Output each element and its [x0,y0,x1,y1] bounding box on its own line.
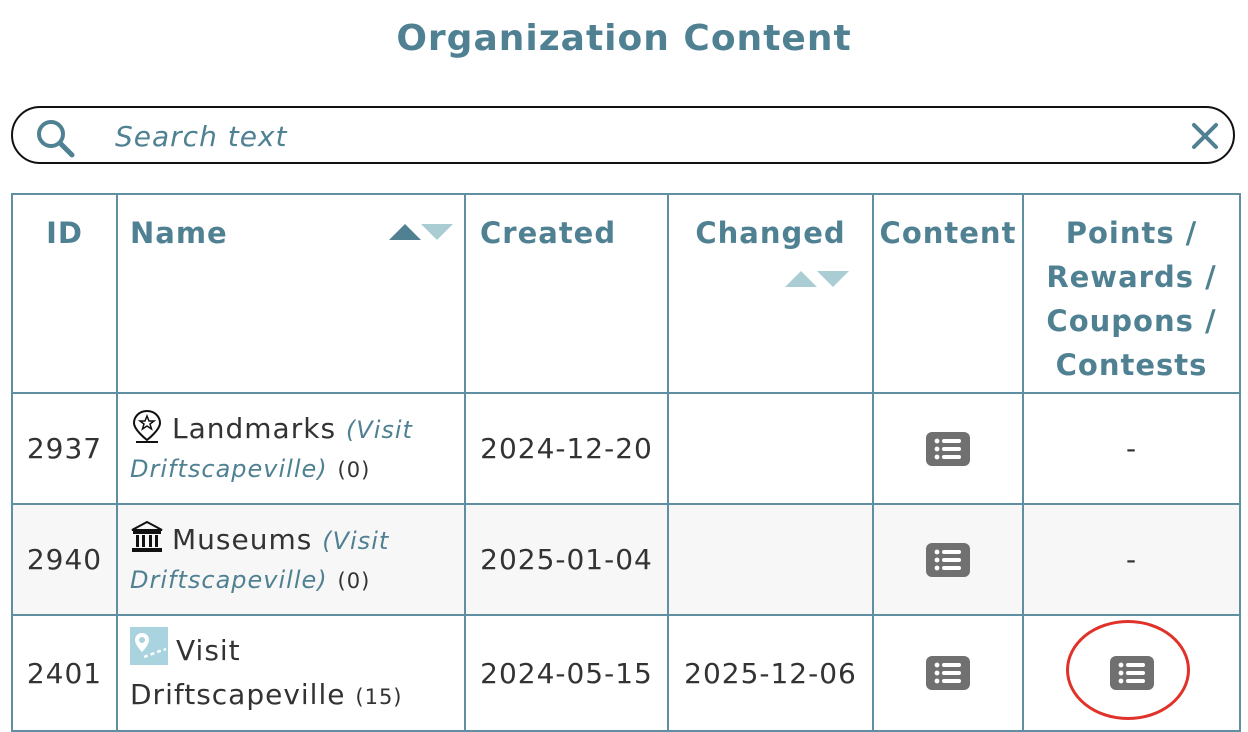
header-points-label: Points / Rewards / Coupons / Contests [1046,216,1217,382]
content-list-icon[interactable] [925,655,971,691]
header-changed[interactable]: Changed [667,193,874,394]
table-row: 2937 Landmarks (Visit Driftscapeville) (… [11,392,1241,505]
search-icon[interactable] [35,118,75,158]
map-route-icon [130,627,168,665]
search-bar [11,106,1235,164]
cell-content [872,392,1024,505]
header-content: Content [872,193,1024,394]
points-list-icon[interactable] [1109,655,1155,691]
cell-id: 2401 [11,614,118,732]
content-list-icon[interactable] [925,542,971,578]
header-id-label: ID [46,216,83,250]
cell-id: 2937 [11,392,118,505]
cell-points [1022,614,1241,732]
header-name-label: Name [130,216,228,250]
row-count: (0) [337,457,371,482]
cell-name: Landmarks (Visit Driftscapeville) (0) [116,392,466,505]
content-table: ID Name Created Changed Content Points /… [11,193,1241,732]
sort-arrows-icon[interactable] [388,223,454,241]
cell-changed [667,503,874,616]
page-title: Organization Content [396,18,852,59]
cell-id: 2940 [11,503,118,616]
header-content-label: Content [879,216,1017,250]
table-row: 2401 Visit Driftscapeville (15) 2024-05-… [11,614,1241,732]
sort-arrows-icon[interactable] [784,270,850,288]
header-created-label: Created [480,216,617,250]
cell-changed [667,392,874,505]
row-count: (15) [355,685,403,709]
table-row: 2940 Museums (Visit Driftscapeville) (0)… [11,503,1241,616]
cell-points: - [1022,392,1241,505]
landmark-pin-icon [132,409,162,443]
cell-created: 2025-01-04 [464,503,669,616]
row-name[interactable]: Landmarks [172,412,336,445]
header-points: Points / Rewards / Coupons / Contests [1022,193,1241,394]
cell-name: Visit Driftscapeville (15) [116,614,466,732]
header-created[interactable]: Created [464,193,669,394]
header-name[interactable]: Name [116,193,466,394]
cell-content [872,503,1024,616]
row-name[interactable]: Museums [172,523,312,556]
search-input[interactable] [113,114,1157,158]
header-changed-label: Changed [695,216,846,250]
museum-icon [131,520,163,552]
clear-search-icon[interactable] [1191,122,1219,150]
cell-content [872,614,1024,732]
cell-name: Museums (Visit Driftscapeville) (0) [116,503,466,616]
content-list-icon[interactable] [925,431,971,467]
header-id[interactable]: ID [11,193,118,394]
cell-changed: 2025-12-06 [667,614,874,732]
cell-points: - [1022,503,1241,616]
row-count: (0) [337,568,371,593]
cell-created: 2024-05-15 [464,614,669,732]
cell-created: 2024-12-20 [464,392,669,505]
